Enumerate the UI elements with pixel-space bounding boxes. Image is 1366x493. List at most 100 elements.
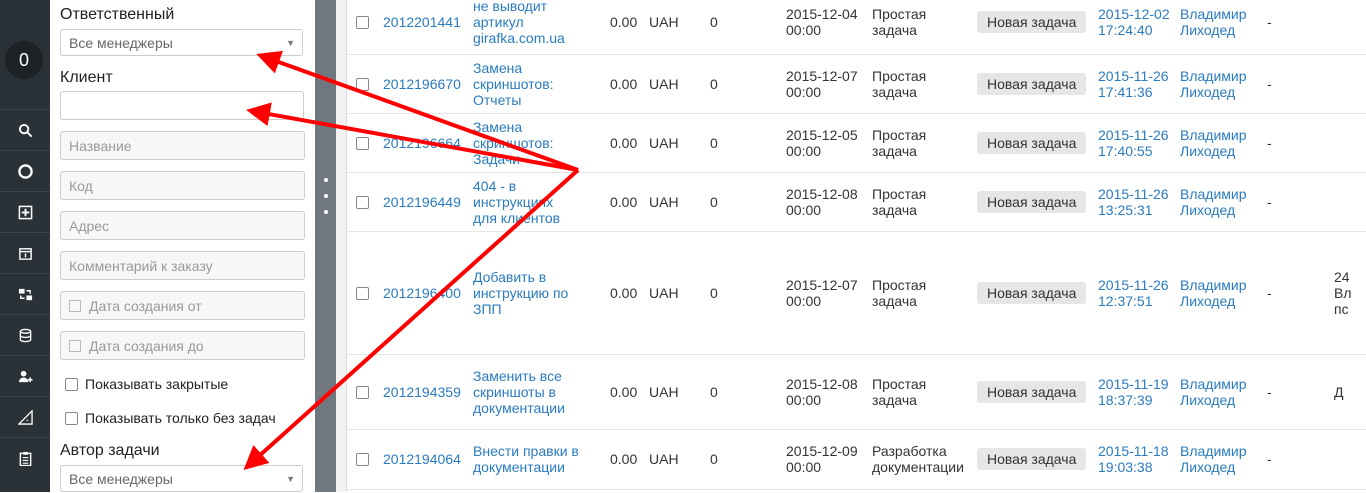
author-link[interactable]: Лиходед <box>1180 143 1235 159</box>
created-date-link[interactable]: 2015-11-26 <box>1098 277 1169 293</box>
order-id-link[interactable]: 2012196670 <box>383 76 461 92</box>
author-link[interactable]: Владимир <box>1180 376 1247 392</box>
task-author-select[interactable]: Все менеджеры ▼ <box>60 465 303 492</box>
task-title-link[interactable]: артикул <box>473 14 524 30</box>
created-date-link[interactable]: 2015-12-02 <box>1098 6 1170 22</box>
sum-value: 0.00 <box>610 284 638 301</box>
task-title-link[interactable]: документации <box>473 400 565 416</box>
row-checkbox[interactable] <box>356 77 369 91</box>
table-row[interactable]: 2012196400 Добавить в инструкцию по ЗПП 0.00… <box>347 231 1366 355</box>
row-checkbox[interactable] <box>356 453 369 466</box>
notification-badge[interactable]: 0 <box>5 41 43 79</box>
show-closed-checkbox[interactable]: Показывать закрытые <box>65 376 228 392</box>
created-date-link[interactable]: 2015-11-26 <box>1098 127 1169 143</box>
add-user-icon[interactable] <box>0 355 50 396</box>
row-checkbox[interactable] <box>356 136 369 150</box>
row-checkbox[interactable] <box>356 16 369 29</box>
table-row[interactable]: 2012196670 Замена скриншотов: Отчеты 0.00 UAH… <box>347 54 1366 114</box>
created-date-link[interactable]: 17:41:36 <box>1098 84 1153 100</box>
author-link[interactable]: Лиходед <box>1180 293 1235 309</box>
author-link[interactable]: Владимир <box>1180 277 1247 293</box>
created-date-link[interactable]: 2015-11-19 <box>1098 376 1169 392</box>
ruler-icon[interactable] <box>0 396 50 437</box>
author-link[interactable]: Лиходед <box>1180 392 1235 408</box>
author-link[interactable]: Лиходед <box>1180 84 1235 100</box>
show-no-tasks-checkbox[interactable]: Показывать только без задач <box>65 410 276 426</box>
calendar-icon[interactable] <box>0 232 50 273</box>
created-date-link[interactable]: 18:37:39 <box>1098 392 1153 408</box>
table-row[interactable]: 2012196664 Замена скриншотов: Задачи 0.00 UAH… <box>347 113 1366 173</box>
table-row[interactable]: 2012196449 404 - в инструкциях для клиентов… <box>347 172 1366 232</box>
task-title-link[interactable]: скриншоты в <box>473 384 556 400</box>
created-date-link[interactable]: 12:37:51 <box>1098 293 1153 309</box>
transfer-icon[interactable] <box>0 273 50 314</box>
name-input[interactable]: Название <box>60 131 305 160</box>
order-id-link[interactable]: 2012194359 <box>383 384 461 400</box>
responsible-select[interactable]: Все менеджеры ▼ <box>60 29 303 56</box>
client-input[interactable] <box>60 91 304 120</box>
author-link[interactable]: Владимир <box>1180 186 1247 202</box>
created-date-link[interactable]: 2015-11-26 <box>1098 186 1169 202</box>
address-input[interactable]: Адрес <box>60 211 305 240</box>
author-link[interactable]: Лиходед <box>1180 202 1235 218</box>
due-date: 2015-12-08 <box>786 185 858 202</box>
task-title-link[interactable]: документации <box>473 459 565 475</box>
task-title-link[interactable]: Отчеты <box>473 92 521 108</box>
date-to-input[interactable]: Дата создания до <box>60 331 305 360</box>
order-id-link[interactable]: 2012194064 <box>383 451 461 467</box>
sum-value: 0.00 <box>610 451 638 467</box>
author-link[interactable]: Лиходед <box>1180 459 1235 475</box>
panel-splitter[interactable] <box>315 0 336 492</box>
task-title-link[interactable]: инструкциях <box>473 194 553 210</box>
task-title-link[interactable]: Задачи <box>473 151 520 167</box>
date-from-input[interactable]: Дата создания от <box>60 291 305 320</box>
task-title-link[interactable]: скриншотов: <box>473 135 554 151</box>
checkbox-box[interactable] <box>65 377 78 391</box>
lifebuoy-icon[interactable] <box>0 150 50 191</box>
order-id-link[interactable]: 2012196449 <box>383 194 461 210</box>
task-title-link[interactable]: скриншотов: <box>473 76 554 92</box>
code-input[interactable]: Код <box>60 171 305 200</box>
task-title-link[interactable]: 404 - в <box>473 178 516 194</box>
table-row[interactable]: 2012194064 Внести правки в документации 0.0… <box>347 429 1366 490</box>
created-date-link[interactable]: 2015-11-18 <box>1098 443 1169 459</box>
order-id-link[interactable]: 2012196664 <box>383 135 461 151</box>
order-id-link[interactable]: 2012196400 <box>383 285 461 301</box>
task-title-link[interactable]: Добавить в <box>473 269 546 285</box>
created-date-link[interactable]: 17:24:40 <box>1098 22 1153 38</box>
table-row[interactable]: 2012201441 не выводит артикул girafka.com.u… <box>347 0 1366 55</box>
task-title-link[interactable]: girafka.com.ua <box>473 30 565 46</box>
clipboard-icon[interactable] <box>0 437 50 478</box>
task-title-link[interactable]: для клиентов <box>473 210 560 226</box>
created-date-link[interactable]: 17:40:55 <box>1098 143 1153 159</box>
task-type: задача <box>872 201 917 218</box>
order-comment-input[interactable]: Комментарий к заказу <box>60 251 305 280</box>
author-link[interactable]: Владимир <box>1180 68 1247 84</box>
add-box-icon[interactable] <box>0 191 50 232</box>
task-title-link[interactable]: Замена <box>473 60 522 76</box>
table-row[interactable]: 2012194359 Заменить все скриншоты в докумен… <box>347 354 1366 430</box>
task-title-link[interactable]: Замена <box>473 119 522 135</box>
author-link[interactable]: Лиходед <box>1180 22 1235 38</box>
task-title-link[interactable]: инструкцию по <box>473 285 568 301</box>
empty-cell-dash: - <box>1267 193 1272 210</box>
row-checkbox[interactable] <box>356 195 369 209</box>
created-date-link[interactable]: 13:25:31 <box>1098 202 1153 218</box>
quantity-value: 0 <box>710 451 718 467</box>
due-date: 2015-12-09 <box>786 443 858 459</box>
row-checkbox[interactable] <box>356 385 369 399</box>
created-date-link[interactable]: 2015-11-26 <box>1098 68 1169 84</box>
author-link[interactable]: Владимир <box>1180 127 1247 143</box>
author-link[interactable]: Владимир <box>1180 6 1247 22</box>
order-id-link[interactable]: 2012201441 <box>383 14 461 30</box>
row-checkbox[interactable] <box>356 286 369 300</box>
task-title-link[interactable]: Внести правки в <box>473 443 579 459</box>
author-link[interactable]: Владимир <box>1180 443 1247 459</box>
task-title-link[interactable]: ЗПП <box>473 301 502 317</box>
task-title-link[interactable]: не выводит <box>473 0 547 14</box>
database-icon[interactable] <box>0 314 50 355</box>
search-icon[interactable] <box>0 109 50 150</box>
created-date-link[interactable]: 19:03:38 <box>1098 459 1153 475</box>
checkbox-box[interactable] <box>65 411 78 425</box>
task-title-link[interactable]: Заменить все <box>473 368 562 384</box>
